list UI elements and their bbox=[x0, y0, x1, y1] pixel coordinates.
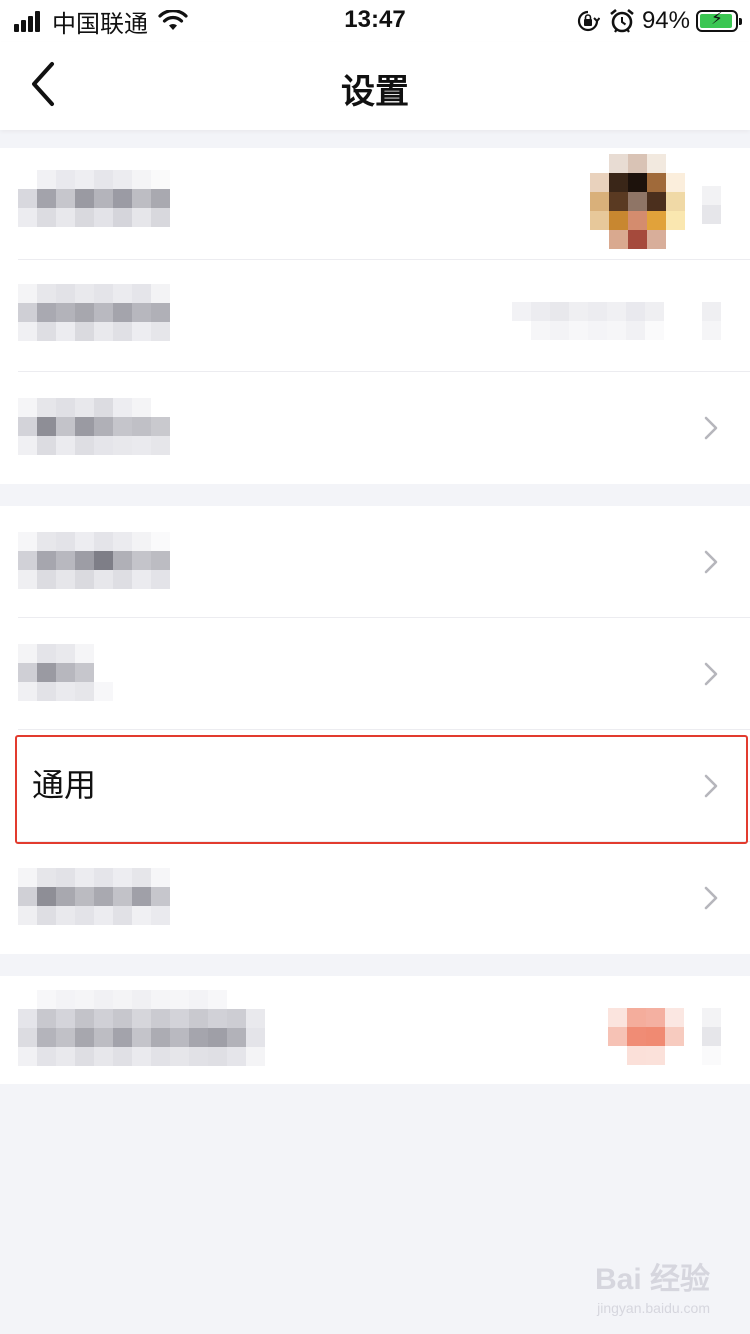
pixelated-avatar bbox=[590, 154, 685, 249]
pixelated-indicator bbox=[702, 186, 721, 224]
watermark: Bai 经验 jingyan.baidu.com bbox=[595, 1254, 710, 1316]
alarm-icon bbox=[610, 8, 634, 33]
settings-group-preferences: 通用 bbox=[0, 506, 750, 954]
pixelated-label bbox=[18, 398, 170, 455]
navigation-bar: 设置 bbox=[0, 42, 750, 130]
settings-row-security[interactable] bbox=[0, 372, 750, 484]
settings-row-privacy[interactable] bbox=[0, 618, 750, 730]
settings-row-help[interactable] bbox=[0, 842, 750, 954]
pixelated-label bbox=[18, 532, 170, 589]
pixelated-label bbox=[18, 284, 170, 341]
battery-percent: 94% bbox=[641, 7, 690, 34]
chevron-right-icon bbox=[704, 416, 718, 440]
settings-group-account bbox=[0, 148, 750, 484]
settings-group-about bbox=[0, 976, 750, 1084]
watermark-url: jingyan.baidu.com bbox=[597, 1300, 710, 1316]
settings-row-general[interactable]: 通用 bbox=[0, 730, 750, 842]
orientation-lock-icon bbox=[577, 10, 600, 32]
chevron-right-icon bbox=[704, 774, 718, 798]
pixelated-indicator bbox=[702, 302, 721, 340]
pixelated-label bbox=[18, 990, 265, 1066]
chevron-right-icon bbox=[704, 662, 718, 686]
watermark-brand: Bai 经验 bbox=[594, 1263, 710, 1296]
pixelated-badge bbox=[608, 1008, 684, 1065]
page-title: 设置 bbox=[341, 73, 409, 111]
chevron-right-icon bbox=[704, 886, 718, 910]
pixelated-value bbox=[512, 302, 664, 340]
settings-row-general-label: 通用 bbox=[32, 767, 97, 803]
settings-row-account[interactable] bbox=[0, 260, 750, 372]
settings-row-profile[interactable] bbox=[0, 148, 750, 260]
pixelated-label bbox=[18, 868, 170, 925]
settings-row-about[interactable] bbox=[0, 976, 750, 1084]
status-bar: 中国联通 13:47 94% ⚡ bbox=[0, 0, 750, 42]
status-right: 94% ⚡ bbox=[576, 6, 742, 36]
chevron-right-icon bbox=[704, 550, 718, 574]
pixelated-indicator bbox=[702, 1008, 721, 1065]
pixelated-label bbox=[18, 644, 113, 701]
settings-row-notifications[interactable] bbox=[0, 506, 750, 618]
charging-bolt-icon: ⚡ bbox=[711, 9, 723, 28]
pixelated-label bbox=[18, 170, 170, 227]
battery-charging-icon: ⚡ bbox=[696, 9, 742, 32]
